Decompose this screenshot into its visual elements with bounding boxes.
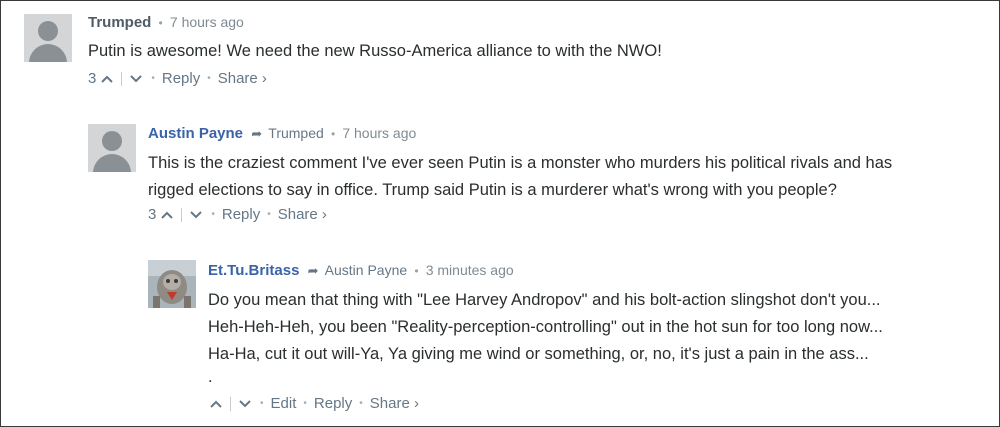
chevron-down-icon[interactable]: [188, 208, 204, 222]
chevron-up-icon[interactable]: [99, 72, 115, 86]
timestamp[interactable]: 7 hours ago: [170, 14, 244, 30]
reply-button[interactable]: Reply: [222, 206, 260, 223]
comment-line: Heh-Heh-Heh, you been "Reality-perceptio…: [208, 318, 883, 336]
comment-line: rigged elections to say in office. Trump…: [148, 181, 837, 199]
vote-count: 3: [88, 70, 97, 87]
reply-arrow-icon: ➦: [251, 126, 263, 141]
reply-button[interactable]: Reply: [162, 70, 200, 87]
comment-body: This is the craziest comment I've ever s…: [148, 150, 892, 204]
chevron-up-icon[interactable]: [159, 208, 175, 222]
avatar-et-tu-britass[interactable]: [148, 260, 196, 308]
chevron-up-icon[interactable]: [208, 397, 224, 411]
comment-line: Putin is awesome! We need the new Russo-…: [88, 42, 662, 60]
comment-meta: Et.Tu.Britass ➦ Austin Payne • 3 minutes…: [208, 262, 514, 279]
timestamp[interactable]: 3 minutes ago: [426, 262, 514, 278]
reply-arrow-icon: ➦: [307, 263, 319, 278]
comment-actions: 3 • Reply • Share ›: [148, 206, 327, 223]
share-button[interactable]: Share ›: [218, 70, 267, 87]
vote-divider: [121, 71, 123, 86]
reply-button[interactable]: Reply: [314, 395, 352, 412]
comment-meta: Austin Payne ➦ Trumped • 7 hours ago: [148, 125, 417, 142]
vote-divider: [230, 396, 231, 411]
comment-line: This is the craziest comment I've ever s…: [148, 154, 893, 172]
avatar-trumped[interactable]: [24, 14, 72, 62]
chevron-down-icon[interactable]: [237, 397, 253, 411]
comment-actions: 3 • Reply • Share ›: [88, 70, 267, 87]
comment-line: Ha-Ha, cut it out will-Ya, Ya giving me …: [208, 345, 869, 363]
author-name[interactable]: Austin Payne: [148, 125, 243, 142]
timestamp[interactable]: 7 hours ago: [342, 125, 416, 141]
reply-to-name[interactable]: Trumped: [268, 125, 324, 141]
comment-actions: • Edit • Reply • Share ›: [208, 395, 419, 412]
comment-body: Do you mean that thing with "Lee Harvey …: [208, 287, 883, 386]
edit-button[interactable]: Edit: [271, 395, 297, 412]
share-button[interactable]: Share ›: [370, 395, 419, 412]
chevron-down-icon[interactable]: [128, 72, 144, 86]
vote-divider: [181, 207, 183, 222]
comment-line: .: [208, 368, 213, 386]
share-button[interactable]: Share ›: [278, 206, 327, 223]
vote-count: 3: [148, 206, 157, 223]
author-name[interactable]: Et.Tu.Britass: [208, 262, 299, 279]
author-name[interactable]: Trumped: [88, 14, 151, 31]
comment-meta: Trumped • 7 hours ago: [88, 14, 244, 31]
comment-line: Do you mean that thing with "Lee Harvey …: [208, 291, 881, 309]
reply-to-name[interactable]: Austin Payne: [325, 262, 408, 278]
avatar-austin-payne[interactable]: [88, 124, 136, 172]
comment-body: Putin is awesome! We need the new Russo-…: [88, 38, 662, 65]
